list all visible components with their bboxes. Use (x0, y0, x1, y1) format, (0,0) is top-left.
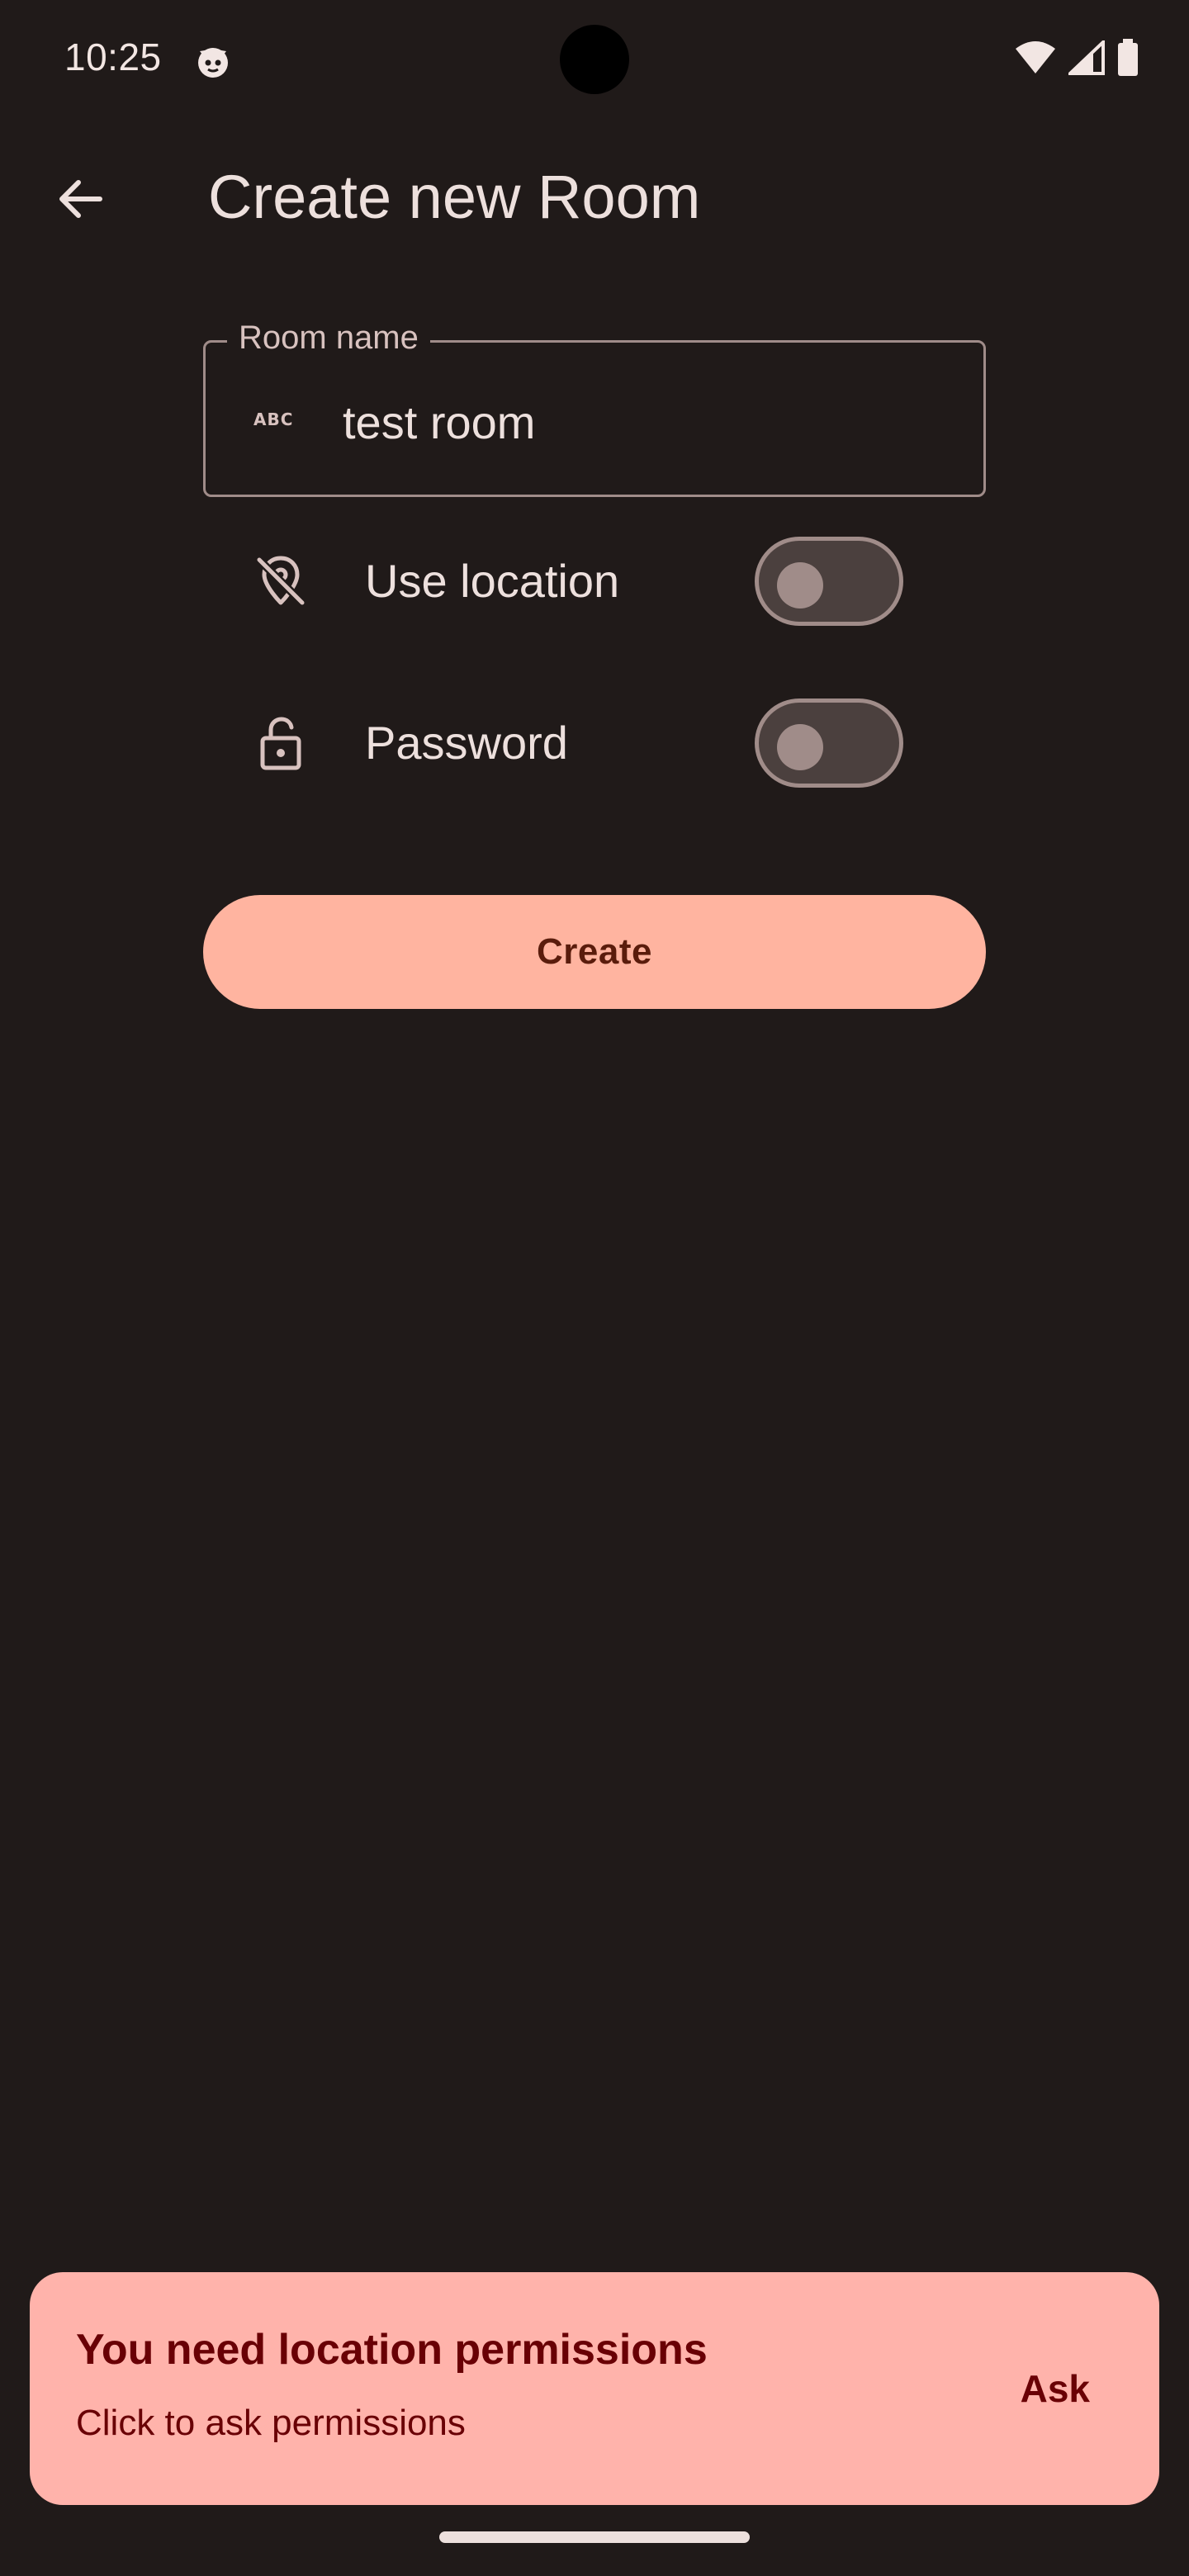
ask-permission-button[interactable]: Ask (1001, 2351, 1110, 2426)
create-button[interactable]: Create (203, 895, 986, 1009)
battery-icon (1116, 38, 1139, 81)
camera-cutout (560, 25, 629, 94)
use-location-label: Use location (365, 555, 620, 607)
use-location-switch-thumb (777, 562, 823, 608)
status-icons (1014, 37, 1139, 81)
location-off-icon (251, 552, 310, 611)
password-row: Password (239, 694, 917, 793)
gesture-nav-handle[interactable] (439, 2531, 750, 2543)
password-switch[interactable] (755, 698, 903, 788)
room-name-input[interactable] (343, 395, 954, 449)
arrow-back-icon (54, 173, 107, 230)
snackbar-subtitle: Click to ask permissions (76, 2403, 466, 2443)
cat-face-icon (193, 41, 233, 81)
permission-snackbar: You need location permissions Click to a… (30, 2272, 1159, 2505)
snackbar-title: You need location permissions (76, 2326, 708, 2374)
page-title: Create new Room (208, 163, 701, 231)
create-room-screen: 10:25 Create new Room Room name ABC test… (0, 0, 1189, 2576)
use-location-row: Use location (239, 532, 917, 631)
room-name-field[interactable]: Room name ABC (203, 320, 986, 497)
cellular-signal-icon (1065, 37, 1105, 79)
status-time: 10:25 (64, 36, 162, 78)
abc-text-icon: ABC (252, 400, 301, 437)
room-name-label: Room name (227, 320, 430, 357)
svg-text:ABC: ABC (253, 410, 293, 429)
top-app-bar: Create new Room (0, 132, 1189, 268)
back-button[interactable] (43, 163, 117, 238)
lock-icon (251, 713, 310, 773)
wifi-icon (1014, 40, 1057, 79)
status-bar: 10:25 (0, 0, 1189, 119)
password-switch-thumb (777, 724, 823, 770)
password-label: Password (365, 717, 568, 769)
use-location-switch[interactable] (755, 537, 903, 626)
